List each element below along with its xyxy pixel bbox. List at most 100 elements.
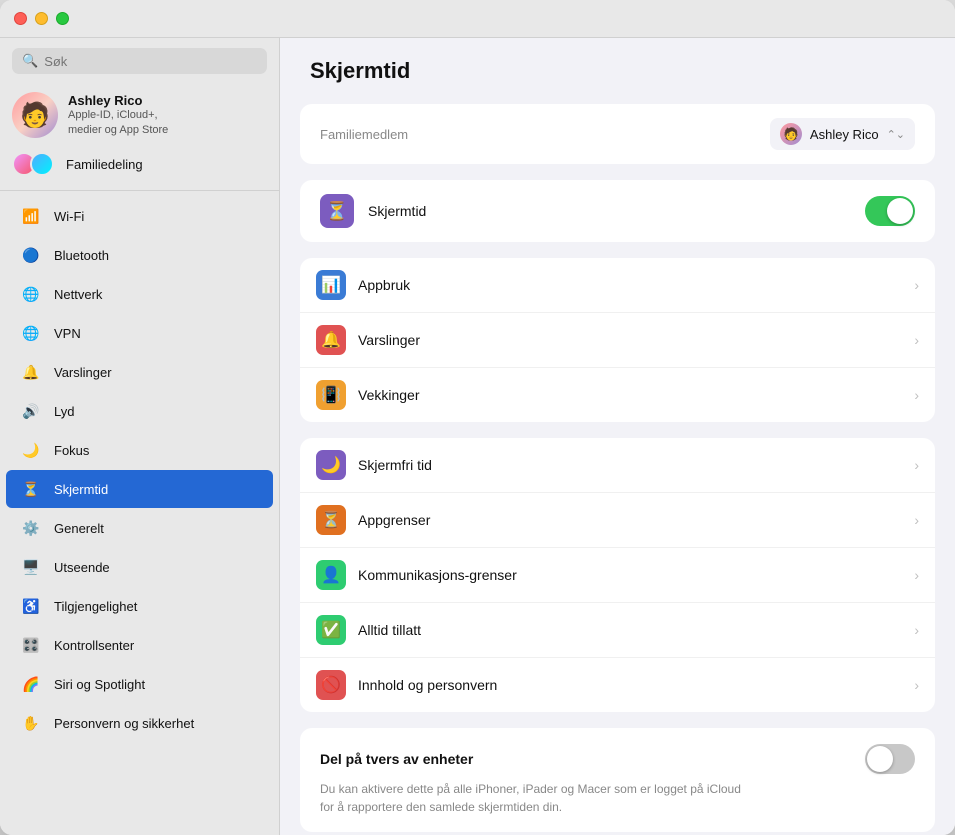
menu-item-kommunikasjons[interactable]: 👤 Kommunikasjons-grenser ›	[300, 548, 935, 603]
chevron-right-icon: ›	[914, 277, 919, 293]
chevron-right-icon: ›	[914, 622, 919, 638]
menu-item-alltid[interactable]: ✅Alltid tillatt›	[300, 603, 935, 658]
sidebar-item-label-wifi: Wi-Fi	[54, 209, 84, 224]
close-button[interactable]	[14, 12, 27, 25]
maximize-button[interactable]	[56, 12, 69, 25]
menu-item-appgrenser[interactable]: ⏳Appgrenser›	[300, 493, 935, 548]
main-window: 🔍 🧑 Ashley Rico Apple-ID, iCloud+,medier…	[0, 0, 955, 835]
sidebar-item-label-nettverk: Nettverk	[54, 287, 102, 302]
nettverk-icon: 🌐	[18, 281, 44, 307]
sidebar-item-fokus[interactable]: 🌙Fokus	[6, 431, 273, 469]
tilgjengelighet-icon: ♿	[18, 593, 44, 619]
appbruk-menu-label: Appbruk	[358, 277, 902, 293]
alltid-menu-label: Alltid tillatt	[358, 622, 902, 638]
vpn-icon: 🌐	[18, 320, 44, 346]
main-content: Skjermtid Familiemedlem 🧑 Ashley Rico ⌃⌄…	[280, 38, 955, 835]
family-member-label: Familiemedlem	[320, 127, 408, 142]
share-header: Del på tvers av enheter	[320, 744, 915, 774]
search-bar: 🔍	[0, 38, 279, 84]
appgrenser-menu-label: Appgrenser	[358, 512, 902, 528]
wifi-icon: 📶	[18, 203, 44, 229]
personvern-icon: ✋	[18, 710, 44, 736]
sidebar-item-label-utseende: Utseende	[54, 560, 110, 575]
share-toggle[interactable]	[865, 744, 915, 774]
sidebar-item-lyd[interactable]: 🔊 Lyd	[6, 392, 273, 430]
content-area: 🔍 🧑 Ashley Rico Apple-ID, iCloud+,medier…	[0, 38, 955, 835]
menu-item-vekkinger[interactable]: 📳Vekkinger›	[300, 368, 935, 422]
search-input[interactable]	[44, 54, 257, 69]
sidebar-item-personvern[interactable]: ✋ Personvern og sikkerhet	[6, 704, 273, 742]
siri-icon: 🌈	[18, 671, 44, 697]
sidebar-item-varslinger[interactable]: 🔔Varslinger	[6, 353, 273, 391]
sidebar-item-generelt[interactable]: ⚙️Generelt	[6, 509, 273, 547]
screentime-icon: ⏳	[320, 194, 354, 228]
family-section[interactable]: Familiedeling	[0, 148, 279, 184]
menu-item-innhold[interactable]: 🚫Innhold og personvern›	[300, 658, 935, 712]
chevron-right-icon: ›	[914, 512, 919, 528]
family-avatars	[12, 152, 48, 176]
titlebar	[0, 0, 955, 38]
sidebar-items-container: 📶 Wi-Fi 🔵 Bluetooth 🌐 Nettverk 🌐VPN🔔Varslinger…	[0, 197, 279, 742]
menu-item-skjermfri[interactable]: 🌙 Skjermfri tid ›	[300, 438, 935, 493]
sidebar-item-wifi[interactable]: 📶 Wi-Fi	[6, 197, 273, 235]
sidebar-item-vpn[interactable]: 🌐VPN	[6, 314, 273, 352]
sidebar-scroll: 🧑 Ashley Rico Apple-ID, iCloud+,medier o…	[0, 84, 279, 835]
sidebar-item-label-tilgjengelighet: Tilgjengelighet	[54, 599, 137, 614]
generelt-icon: ⚙️	[18, 515, 44, 541]
skjermfri-menu-label: Skjermfri tid	[358, 457, 902, 473]
sidebar-divider-1	[0, 190, 279, 191]
appbruk-menu-icon: 📊	[316, 270, 346, 300]
user-sub: Apple-ID, iCloud+,medier og App Store	[68, 108, 168, 137]
chevron-right-icon: ›	[914, 387, 919, 403]
sidebar-item-label-bluetooth: Bluetooth	[54, 248, 109, 263]
selector-avatar: 🧑	[780, 123, 802, 145]
menu-group-1: 📊Appbruk›🔔Varslinger›📳Vekkinger›	[300, 258, 935, 422]
vekkinger-menu-label: Vekkinger	[358, 387, 902, 403]
chevron-right-icon: ›	[914, 457, 919, 473]
toggle-knob	[887, 198, 913, 224]
varslinger-menu-label: Varslinger	[358, 332, 902, 348]
user-section[interactable]: 🧑 Ashley Rico Apple-ID, iCloud+,medier o…	[0, 84, 279, 148]
main-scroll: Familiemedlem 🧑 Ashley Rico ⌃⌄ ⏳ Skjermt…	[280, 94, 955, 835]
bluetooth-icon: 🔵	[18, 242, 44, 268]
sidebar-item-label-siri: Siri og Spotlight	[54, 677, 145, 692]
fokus-icon: 🌙	[18, 437, 44, 463]
share-title: Del på tvers av enheter	[320, 751, 473, 767]
sidebar-item-label-skjermtid: Skjermtid	[54, 482, 108, 497]
sidebar-item-skjermtid[interactable]: ⏳ Skjermtid	[6, 470, 273, 508]
share-toggle-knob	[867, 746, 893, 772]
lyd-icon: 🔊	[18, 398, 44, 424]
skjermfri-menu-icon: 🌙	[316, 450, 346, 480]
menu-item-appbruk[interactable]: 📊 Appbruk ›	[300, 258, 935, 313]
share-desc: Du kan aktivere dette på alle iPhoner, i…	[320, 782, 741, 814]
innhold-menu-icon: 🚫	[316, 670, 346, 700]
kommunikasjons-menu-label: Kommunikasjons-grenser	[358, 567, 902, 583]
page-title: Skjermtid	[310, 58, 925, 84]
sidebar-item-siri[interactable]: 🌈 Siri og Spotlight	[6, 665, 273, 703]
menu-item-varslinger[interactable]: 🔔Varslinger›	[300, 313, 935, 368]
family-member-selector[interactable]: 🧑 Ashley Rico ⌃⌄	[770, 118, 915, 150]
sidebar-item-nettverk[interactable]: 🌐 Nettverk	[6, 275, 273, 313]
varslinger-menu-icon: 🔔	[316, 325, 346, 355]
user-name: Ashley Rico	[68, 93, 168, 108]
sidebar-item-tilgjengelighet[interactable]: ♿ Tilgjengelighet	[6, 587, 273, 625]
sidebar-item-label-personvern: Personvern og sikkerhet	[54, 716, 194, 731]
chevron-right-icon: ›	[914, 567, 919, 583]
kontrollsenter-icon: 🎛️	[18, 632, 44, 658]
chevron-updown-icon: ⌃⌄	[887, 128, 905, 141]
sidebar-item-bluetooth[interactable]: 🔵 Bluetooth	[6, 236, 273, 274]
sidebar-item-label-varslinger: Varslinger	[54, 365, 112, 380]
sidebar-item-utseende[interactable]: 🖥️Utseende	[6, 548, 273, 586]
skjermtid-icon: ⏳	[18, 476, 44, 502]
minimize-button[interactable]	[35, 12, 48, 25]
family-label: Familiedeling	[66, 157, 143, 172]
kommunikasjons-menu-icon: 👤	[316, 560, 346, 590]
sidebar-item-kontrollsenter[interactable]: 🎛️ Kontrollsenter	[6, 626, 273, 664]
sidebar-item-label-lyd: Lyd	[54, 404, 74, 419]
sidebar: 🔍 🧑 Ashley Rico Apple-ID, iCloud+,medier…	[0, 38, 280, 835]
screentime-label: Skjermtid	[368, 203, 851, 219]
menu-group-2: 🌙Skjermfri tid›⏳Appgrenser›👤Kommunikasjo…	[300, 438, 935, 712]
search-wrapper: 🔍	[12, 48, 267, 74]
sidebar-item-label-kontrollsenter: Kontrollsenter	[54, 638, 134, 653]
screentime-toggle[interactable]	[865, 196, 915, 226]
